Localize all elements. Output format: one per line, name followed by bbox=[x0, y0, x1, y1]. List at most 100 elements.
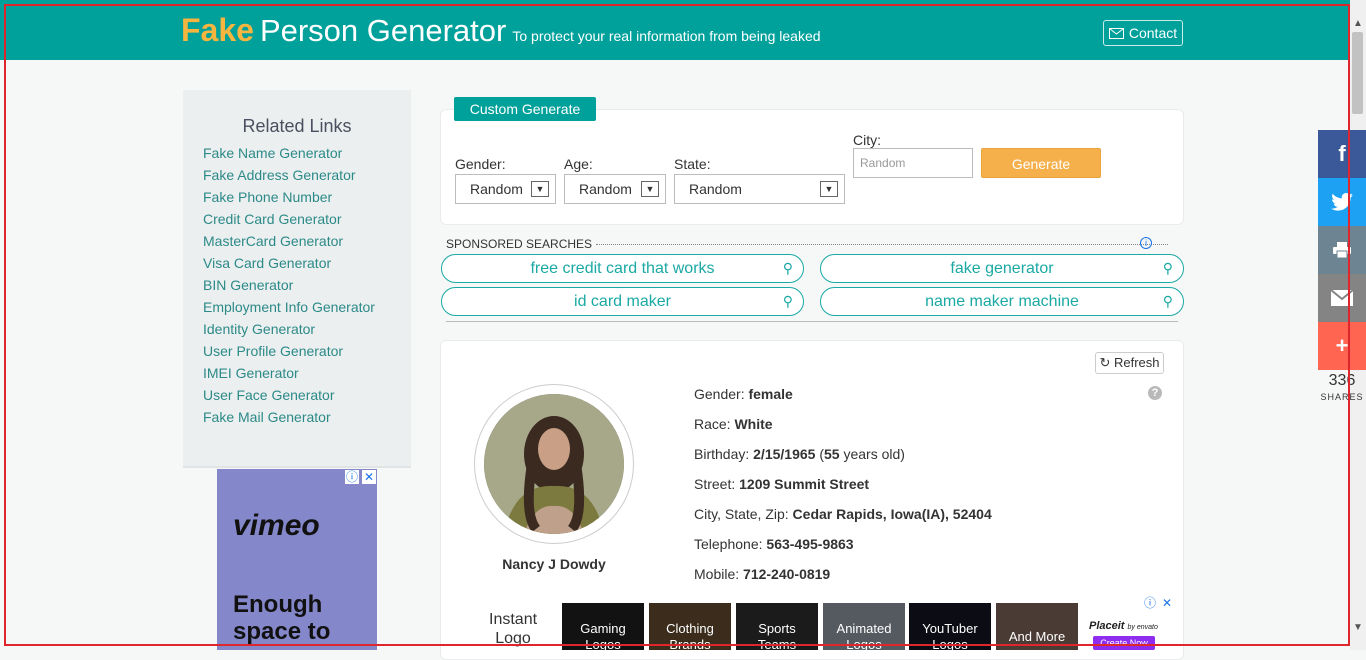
sidebar-title: Related Links bbox=[242, 116, 352, 136]
state-select[interactable]: Random ▼ bbox=[674, 174, 845, 204]
logo-name-text: Person Generator bbox=[259, 13, 507, 48]
search-icon: ⚲ bbox=[1162, 293, 1173, 309]
print-icon bbox=[1333, 242, 1351, 259]
search-icon: ⚲ bbox=[782, 293, 793, 309]
generate-button[interactable]: Generate bbox=[981, 148, 1101, 178]
gender-select[interactable]: Random ▼ bbox=[455, 174, 556, 204]
related-link[interactable]: User Face Generator bbox=[203, 386, 411, 408]
search-icon: ⚲ bbox=[1162, 260, 1173, 276]
ad-close-icon[interactable]: ✕ bbox=[362, 470, 376, 484]
scrollbar-thumb[interactable] bbox=[1352, 32, 1363, 114]
logo-fake-text: Fake bbox=[181, 12, 254, 48]
sponsored-search-text: name maker machine bbox=[925, 293, 1079, 310]
divider bbox=[446, 321, 1178, 322]
dotted-divider bbox=[596, 244, 1168, 245]
ad-tile-line2: Teams bbox=[757, 637, 797, 650]
ad-intro: Instant Logo bbox=[489, 610, 537, 648]
related-link[interactable]: Fake Phone Number bbox=[203, 188, 411, 210]
ad-tile-line1: Gaming bbox=[580, 621, 626, 636]
ad-info-icon[interactable]: ⓘ bbox=[1143, 596, 1157, 610]
ad-headline: Enough space to bbox=[233, 591, 330, 645]
print-share-button[interactable] bbox=[1318, 226, 1366, 274]
placeit-brand: Placeit bbox=[1089, 620, 1125, 632]
telephone-row-label: Telephone: bbox=[694, 536, 767, 552]
mobile-row: Mobile: 712-240-0819 bbox=[694, 566, 830, 582]
city-input[interactable]: Random bbox=[853, 148, 973, 178]
city-label: City: bbox=[853, 132, 881, 148]
ad-tile[interactable]: Gaming Logos bbox=[562, 603, 644, 650]
ad-tile-line1: And More bbox=[1008, 629, 1066, 644]
gender-select-value: Random bbox=[470, 181, 523, 197]
related-link[interactable]: Visa Card Generator bbox=[203, 254, 411, 276]
sponsored-search-text: fake generator bbox=[950, 260, 1054, 277]
related-link[interactable]: Credit Card Generator bbox=[203, 210, 411, 232]
site-logo[interactable]: Fake Person Generator To protect your real… bbox=[181, 12, 821, 49]
placeit-ad[interactable]: Instant Logo Gaming Logos Clothing Brands … bbox=[441, 594, 1183, 650]
ad-tile[interactable]: And More bbox=[996, 603, 1078, 650]
contact-button[interactable]: Contact bbox=[1103, 20, 1183, 46]
sponsored-search-pill[interactable]: free credit card that works ⚲ bbox=[441, 254, 804, 283]
related-link[interactable]: BIN Generator bbox=[203, 276, 411, 298]
race-row: Race: White bbox=[694, 416, 773, 432]
ad-info-icon[interactable]: ⓘ bbox=[345, 470, 359, 484]
related-link[interactable]: Fake Address Generator bbox=[203, 166, 411, 188]
more-share-button[interactable]: + bbox=[1318, 322, 1366, 370]
ad-close-icon[interactable]: ✕ bbox=[1160, 596, 1174, 610]
race-row-label: Race: bbox=[694, 416, 735, 432]
related-link[interactable]: MasterCard Generator bbox=[203, 232, 411, 254]
ad-choices[interactable]: ⓘ ✕ bbox=[1143, 596, 1174, 610]
related-link[interactable]: Identity Generator bbox=[203, 320, 411, 342]
related-link[interactable]: User Profile Generator bbox=[203, 342, 411, 364]
custom-generate-tab[interactable]: Custom Generate bbox=[454, 97, 596, 121]
race-value: White bbox=[734, 416, 773, 432]
age-value: 55 bbox=[824, 446, 840, 462]
ad-tile[interactable]: Clothing Brands bbox=[649, 603, 731, 650]
ad-tile[interactable]: Sports Teams bbox=[736, 603, 818, 650]
email-icon bbox=[1330, 289, 1354, 306]
site-tagline: To protect your real information from be… bbox=[512, 28, 821, 44]
create-now-button[interactable]: Create Now bbox=[1093, 636, 1155, 650]
help-icon[interactable]: ? bbox=[1148, 386, 1162, 400]
refresh-icon: ↻ bbox=[1099, 355, 1111, 370]
ad-tile-line1: Animated bbox=[836, 621, 892, 636]
email-share-button[interactable] bbox=[1318, 274, 1366, 322]
street-value: 1209 Summit Street bbox=[739, 476, 870, 492]
info-icon[interactable]: i bbox=[1140, 237, 1152, 249]
related-link[interactable]: Employment Info Generator bbox=[203, 298, 411, 320]
age-select[interactable]: Random ▼ bbox=[564, 174, 666, 204]
street-row-label: Street: bbox=[694, 476, 740, 492]
ad-tile[interactable]: Animated Logos bbox=[823, 603, 905, 650]
mobile-value: 712-240-0819 bbox=[743, 566, 831, 582]
gender-row-label: Gender: bbox=[694, 386, 749, 402]
vimeo-ad[interactable]: vimeo Enough space to bbox=[217, 469, 377, 650]
scroll-up-icon[interactable]: ▲ bbox=[1353, 18, 1363, 29]
ad-tile[interactable]: YouTuber Logos bbox=[909, 603, 991, 650]
ad-tile-line2: Logos bbox=[932, 637, 968, 650]
chevron-down-icon: ▼ bbox=[531, 181, 549, 197]
ad-tile-line1: YouTuber bbox=[922, 621, 978, 636]
city-row-label: City, State, Zip: bbox=[694, 506, 793, 522]
birthday-value: 2/15/1965 bbox=[753, 446, 816, 462]
gender-value: female bbox=[748, 386, 793, 402]
plus-icon: + bbox=[1335, 333, 1349, 358]
related-link[interactable]: Fake Mail Generator bbox=[203, 408, 411, 430]
facebook-share-button[interactable]: f bbox=[1318, 130, 1366, 178]
ad-headline-line2: space to bbox=[233, 618, 331, 645]
sponsored-search-pill[interactable]: id card maker ⚲ bbox=[441, 287, 804, 316]
related-link[interactable]: IMEI Generator bbox=[203, 364, 411, 386]
ad-intro-line1: Instant bbox=[489, 611, 538, 628]
refresh-label: Refresh bbox=[1114, 355, 1160, 370]
placeit-logo: Placeit by envato bbox=[1089, 620, 1158, 632]
sponsored-search-text: id card maker bbox=[574, 293, 671, 310]
share-count: 336 bbox=[1328, 372, 1356, 389]
sponsored-search-pill[interactable]: name maker machine ⚲ bbox=[820, 287, 1184, 316]
scroll-down-icon[interactable]: ▼ bbox=[1353, 622, 1363, 633]
ad-choices[interactable]: ⓘ ✕ bbox=[345, 470, 376, 484]
related-link[interactable]: Fake Name Generator bbox=[203, 144, 411, 166]
twitter-share-button[interactable] bbox=[1318, 178, 1366, 226]
ad-tile-line2: Brands bbox=[669, 637, 711, 650]
sponsored-search-pill[interactable]: fake generator ⚲ bbox=[820, 254, 1184, 283]
refresh-button[interactable]: ↻ Refresh bbox=[1095, 352, 1164, 374]
person-full-name: Nancy J Dowdy bbox=[502, 556, 606, 572]
shares-label: SHARES bbox=[1320, 392, 1364, 402]
